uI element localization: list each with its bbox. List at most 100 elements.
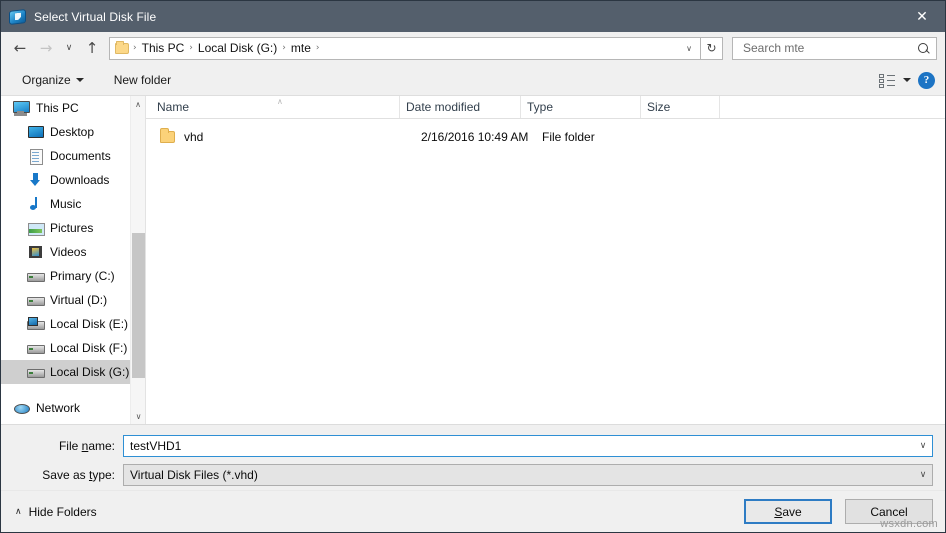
file-list-pane: Name ∧ Date modified Type Size vhd 2/16/… bbox=[146, 96, 945, 424]
column-header-name[interactable]: Name ∧ bbox=[146, 96, 400, 118]
videos-icon bbox=[27, 244, 44, 260]
scroll-up-icon[interactable]: ∧ bbox=[131, 96, 145, 112]
sidebar-item-virtual-d[interactable]: Virtual (D:) bbox=[1, 288, 145, 312]
sidebar-item-documents[interactable]: Documents bbox=[1, 144, 145, 168]
breadcrumb-item-this-pc[interactable]: This PC bbox=[138, 38, 189, 59]
network-icon bbox=[13, 400, 30, 416]
sidebar-item-label: This PC bbox=[36, 101, 79, 115]
filename-label-pre: File bbox=[58, 439, 82, 453]
hide-folders-button[interactable]: ∧ Hide Folders bbox=[15, 505, 97, 519]
sidebar-item-videos[interactable]: Videos bbox=[1, 240, 145, 264]
scrollbar-thumb[interactable] bbox=[132, 233, 145, 378]
recent-locations-button[interactable]: ∨ bbox=[59, 35, 79, 61]
breadcrumb-item-mte[interactable]: mte bbox=[287, 38, 315, 59]
dialog-footer: ∧ Hide Folders Save Cancel wsxdn.com bbox=[1, 490, 945, 532]
column-header-type[interactable]: Type bbox=[521, 96, 641, 118]
sidebar-item-label: Documents bbox=[50, 149, 111, 163]
sidebar-scrollbar[interactable]: ∧ ∨ bbox=[130, 96, 145, 424]
sidebar-item-downloads[interactable]: Downloads bbox=[1, 168, 145, 192]
sidebar-item-label: Local Disk (G:) bbox=[50, 365, 130, 379]
watermark: wsxdn.com bbox=[880, 518, 938, 530]
filetype-row: Save as type: Virtual Disk Files (*.vhd)… bbox=[1, 464, 945, 486]
refresh-icon[interactable]: ↻ bbox=[701, 36, 723, 60]
sort-ascending-icon: ∧ bbox=[277, 97, 283, 106]
sidebar-item-label: Local Disk (F:) bbox=[50, 341, 128, 355]
folder-icon bbox=[115, 40, 129, 54]
help-icon[interactable]: ? bbox=[918, 71, 935, 89]
sidebar-item-label: Primary (C:) bbox=[50, 269, 115, 283]
sidebar-item-label: Network bbox=[36, 401, 81, 415]
filename-label: File name: bbox=[1, 439, 123, 453]
hide-folders-label: Hide Folders bbox=[28, 504, 97, 519]
view-dropdown-icon[interactable] bbox=[903, 78, 911, 82]
drive-icon bbox=[27, 268, 45, 284]
sidebar-item-desktop[interactable]: Desktop bbox=[1, 120, 145, 144]
sidebar-item-label: Videos bbox=[50, 245, 87, 259]
address-bar: ← → ∨ ↑ › This PC › Local Disk (G:) › mt… bbox=[1, 32, 945, 64]
sidebar-item-local-disk-e[interactable]: Local Disk (E:) bbox=[1, 312, 145, 336]
column-label: Size bbox=[647, 100, 671, 114]
close-icon[interactable]: ✕ bbox=[899, 1, 945, 32]
toolbar-right-group: ? bbox=[879, 64, 935, 96]
music-icon bbox=[27, 196, 44, 212]
dialog-body: This PC Desktop Documents Downloads Musi… bbox=[1, 96, 945, 424]
sidebar-item-label: Music bbox=[50, 197, 82, 211]
view-layout-icon[interactable] bbox=[879, 73, 896, 88]
organize-button[interactable]: Organize bbox=[15, 70, 91, 90]
sidebar-item-local-disk-f[interactable]: Local Disk (F:) bbox=[1, 336, 145, 360]
title-bar: Select Virtual Disk File ✕ bbox=[1, 1, 945, 32]
back-button[interactable]: ← bbox=[7, 35, 33, 61]
chevron-up-icon: ∧ bbox=[15, 506, 22, 517]
column-header-size[interactable]: Size bbox=[641, 96, 720, 118]
window-title: Select Virtual Disk File bbox=[34, 9, 157, 24]
search-input[interactable] bbox=[741, 40, 917, 56]
column-label: Type bbox=[527, 100, 554, 114]
sidebar-item-network[interactable]: Network bbox=[1, 396, 145, 420]
chevron-down-icon[interactable]: ∨ bbox=[680, 38, 698, 59]
scroll-down-icon[interactable]: ∨ bbox=[131, 408, 145, 424]
chevron-down-icon[interactable]: ∨ bbox=[914, 436, 932, 456]
new-folder-label: New folder bbox=[113, 72, 172, 87]
documents-icon bbox=[27, 148, 44, 165]
computer-icon bbox=[13, 100, 30, 116]
filename-label-post: ame: bbox=[88, 439, 115, 453]
search-box[interactable] bbox=[732, 36, 937, 60]
command-toolbar: Organize New folder ? bbox=[1, 64, 945, 96]
sidebar-item-label: Virtual (D:) bbox=[50, 293, 108, 307]
breadcrumb[interactable]: › This PC › Local Disk (G:) › mte › ∨ bbox=[109, 36, 701, 60]
filename-value: testVHD1 bbox=[130, 439, 182, 453]
column-header-date-modified[interactable]: Date modified bbox=[400, 96, 521, 118]
downloads-icon bbox=[27, 172, 44, 188]
forward-button[interactable]: → bbox=[33, 35, 59, 61]
filetype-select[interactable]: Virtual Disk Files (*.vhd) ∨ bbox=[123, 464, 933, 486]
sidebar-item-pictures[interactable]: Pictures bbox=[1, 216, 145, 240]
filename-field[interactable]: testVHD1 ∨ bbox=[123, 435, 933, 457]
table-row[interactable]: vhd 2/16/2016 10:49 AM File folder bbox=[146, 125, 945, 149]
sidebar-item-primary-c[interactable]: Primary (C:) bbox=[1, 264, 145, 288]
column-headers: Name ∧ Date modified Type Size bbox=[146, 96, 945, 119]
folder-icon bbox=[160, 128, 175, 143]
filetype-value: Virtual Disk Files (*.vhd) bbox=[130, 468, 258, 482]
save-label-post: ave bbox=[782, 504, 802, 519]
filetype-label-post: ype: bbox=[92, 468, 115, 482]
breadcrumb-item-local-disk-g[interactable]: Local Disk (G:) bbox=[194, 38, 281, 59]
save-form: File name: testVHD1 ∨ Save as type: Virt… bbox=[1, 424, 945, 490]
sidebar-item-local-disk-g[interactable]: Local Disk (G:) bbox=[1, 360, 145, 384]
new-folder-button[interactable]: New folder bbox=[107, 70, 178, 90]
filetype-label: Save as type: bbox=[1, 468, 123, 482]
column-label: Name bbox=[157, 100, 190, 114]
chevron-down-icon[interactable]: ∨ bbox=[914, 465, 932, 485]
filename-row: File name: testVHD1 ∨ bbox=[1, 435, 945, 457]
drive-icon bbox=[27, 364, 45, 380]
column-label: Date modified bbox=[406, 100, 481, 114]
pictures-icon bbox=[27, 220, 45, 236]
sidebar-item-label: Desktop bbox=[50, 125, 95, 139]
sidebar-item-label: Local Disk (E:) bbox=[50, 317, 129, 331]
sidebar-item-this-pc[interactable]: This PC bbox=[1, 96, 145, 120]
save-button[interactable]: Save bbox=[744, 499, 832, 524]
sidebar-item-music[interactable]: Music bbox=[1, 192, 145, 216]
sidebar-item-label: Downloads bbox=[50, 173, 110, 187]
drive-icon bbox=[27, 292, 45, 308]
up-button[interactable]: ↑ bbox=[79, 35, 105, 61]
file-type-cell: File folder bbox=[542, 130, 595, 144]
